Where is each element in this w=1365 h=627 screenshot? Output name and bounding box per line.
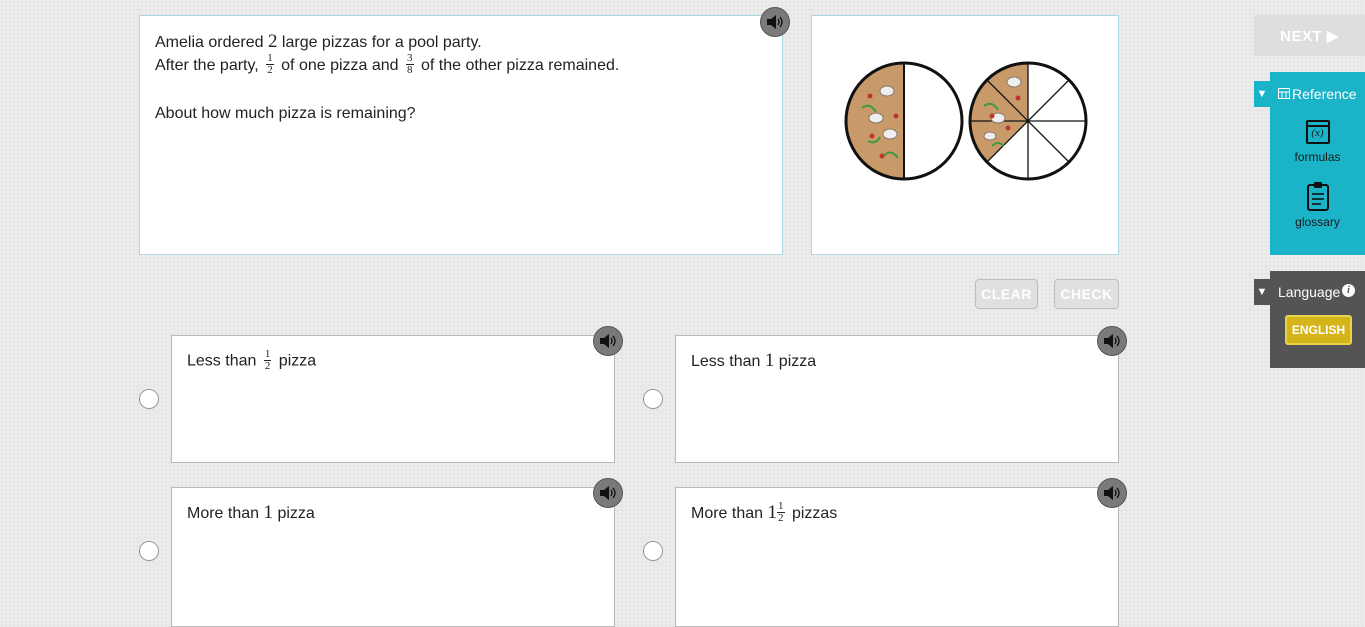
fraction-three-eighths: 38 [406,53,414,76]
question-audio-button[interactable] [760,7,790,37]
speaker-icon [1104,334,1120,348]
speaker-icon [1104,486,1120,500]
clipboard-icon [1306,182,1329,211]
choice-text: More than [691,505,764,522]
choice-text: More than [187,505,260,522]
triangle-down-icon: ▼ [1256,88,1268,100]
question-panel: Amelia ordered 2 large pizzas for a pool… [139,15,783,255]
choice-text: pizza [778,353,817,370]
fraction-denominator: 2 [267,64,273,77]
choice-whole-number: 1 [767,502,778,523]
language-title: Language [1278,284,1341,300]
choice-b[interactable]: Less than 1 pizza [675,335,1119,463]
question-prompt: About how much pizza is remaining? [155,105,416,123]
choice-fraction: 12 [263,349,272,372]
choice-a-radio[interactable] [139,389,159,409]
choice-number: 1 [764,350,775,371]
reference-title: Reference [1292,86,1357,102]
choice-text: pizzas [791,505,838,522]
fraction-denominator: 2 [264,360,271,372]
calculator-icon [1278,88,1290,99]
choice-number: 1 [263,502,274,523]
pizza-image-panel [811,15,1119,255]
pizza-three-eighths-remaining [968,61,1088,181]
glossary-label: glossary [1295,215,1340,229]
choice-c-audio-button[interactable] [593,478,623,508]
choice-a[interactable]: Less than 12 pizza [171,335,615,463]
info-icon[interactable]: i [1342,284,1355,297]
question-line-2: After the party, 12 of one pizza and 38 … [155,53,767,77]
choice-c[interactable]: More than 1 pizza [171,487,615,627]
choice-c-radio[interactable] [139,541,159,561]
question-text: of one pizza and [281,57,399,74]
fraction-one-half: 12 [266,53,274,76]
english-language-button[interactable]: ENGLISH [1285,315,1352,345]
choice-text: pizza [277,505,315,522]
choice-d-radio[interactable] [643,541,663,561]
question-line-1: Amelia ordered 2 large pizzas for a pool… [155,30,767,54]
choice-a-audio-button[interactable] [593,326,623,356]
choice-text: Less than [691,353,761,370]
reference-collapse-toggle[interactable]: ▼ [1254,81,1270,107]
reference-panel: Reference (x) formulas glossary [1270,72,1365,255]
formulas-icon: (x) [1305,120,1330,144]
question-text: Amelia ordered [155,34,264,51]
check-button[interactable]: CHECK [1054,279,1119,309]
choice-d-audio-button[interactable] [1097,478,1127,508]
triangle-down-icon: ▼ [1256,286,1268,298]
choice-b-audio-button[interactable] [1097,326,1127,356]
formulas-icon-text: (x) [1311,127,1324,139]
question-text: of the other pizza remained. [420,57,620,74]
formulas-label: formulas [1294,150,1341,164]
formulas-tool[interactable]: (x) formulas [1270,120,1365,164]
choice-d[interactable]: More than 112 pizzas [675,487,1119,627]
question-text: large pizzas for a pool party. [281,34,482,51]
speaker-icon [600,486,616,500]
clear-button[interactable]: CLEAR [975,279,1038,309]
pizza-count: 2 [267,31,278,52]
fraction-denominator: 2 [778,512,784,525]
question-text: After the party, [155,57,259,74]
choice-text: pizza [278,352,317,370]
choice-text: Less than [187,352,257,370]
next-button[interactable]: NEXT ▶ [1254,15,1365,56]
language-collapse-toggle[interactable]: ▼ [1254,279,1270,305]
glossary-tool[interactable]: glossary [1270,181,1365,229]
pizza-illustration [844,61,1088,181]
speaker-icon [600,334,616,348]
fraction-denominator: 8 [407,64,413,77]
choice-fraction: 12 [777,501,785,524]
speaker-icon [767,15,783,29]
choice-b-radio[interactable] [643,389,663,409]
pizza-half-remaining [844,61,964,181]
